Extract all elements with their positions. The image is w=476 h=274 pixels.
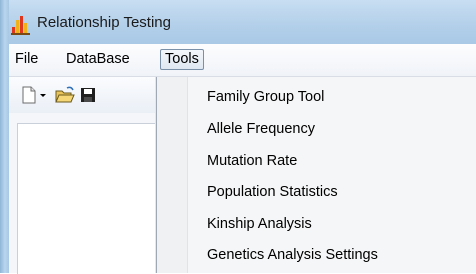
- save-icon[interactable]: [79, 86, 97, 104]
- open-folder-icon[interactable]: [55, 86, 75, 104]
- menu-item-population-statistics[interactable]: Population Statistics: [207, 182, 338, 202]
- new-document-icon[interactable]: [20, 86, 38, 104]
- menu-item-family-group-tool[interactable]: Family Group Tool: [207, 87, 324, 107]
- left-pane-content: [17, 123, 157, 274]
- toolbar: [9, 77, 156, 113]
- title-bar: Relationship Testing: [0, 0, 476, 44]
- menu-file[interactable]: File: [11, 50, 42, 69]
- window-title: Relationship Testing: [37, 14, 171, 31]
- menu-item-allele-frequency[interactable]: Allele Frequency: [207, 119, 315, 139]
- menu-item-mutation-rate[interactable]: Mutation Rate: [207, 151, 297, 171]
- app-icon: [10, 14, 32, 36]
- left-pane: [9, 113, 157, 274]
- menu-database[interactable]: DataBase: [62, 50, 134, 69]
- menu-item-genetics-analysis-settings[interactable]: Genetics Analysis Settings: [207, 245, 378, 265]
- menu-item-kinship-analysis[interactable]: Kinship Analysis: [207, 214, 312, 234]
- menu-icon-gutter: [157, 77, 188, 273]
- menu-tools[interactable]: Tools: [160, 49, 204, 70]
- menu-bar: File DataBase Tools: [9, 44, 476, 77]
- window-frame-left: [0, 0, 9, 273]
- dropdown-arrow-icon[interactable]: [38, 86, 48, 104]
- tools-menu-dropdown: Family Group Tool Allele Frequency Mutat…: [156, 77, 476, 273]
